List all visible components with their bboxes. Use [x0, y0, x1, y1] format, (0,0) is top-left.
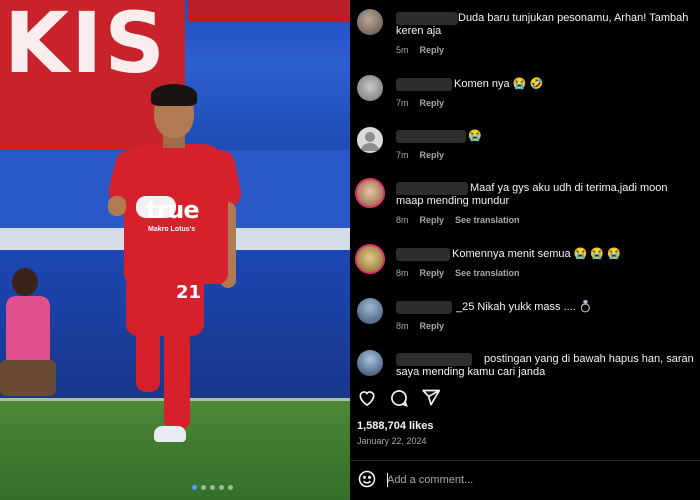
reply-button[interactable]: Reply — [420, 45, 445, 55]
add-comment-input[interactable] — [387, 471, 687, 489]
comment-meta: 8m Reply — [396, 321, 444, 331]
jersey-sponsor: Makro Lotus's — [148, 226, 196, 233]
user-avatar[interactable] — [357, 9, 383, 35]
comment-text: Duda baru tunjukan pesonamu, Arhan! Tamb… — [396, 12, 689, 37]
carousel-dot[interactable] — [210, 485, 215, 490]
football-player: true Makro Lotus's 21 — [0, 0, 350, 500]
comment-text: _25 Nikah yukk mass .... 💍 — [456, 301, 593, 313]
comment-meta: 5m Reply — [396, 45, 444, 55]
send-icon[interactable] — [421, 388, 441, 408]
comment-meta: 7m Reply — [396, 98, 444, 108]
comment-text: Komen nya 😭 🤣 — [454, 78, 544, 90]
user-avatar-story[interactable] — [355, 244, 385, 274]
comment-time: 7m — [396, 150, 409, 160]
likes-count[interactable]: 1,588,704 likes — [357, 420, 433, 432]
comment-text: postingan yang di bawah hapus han, saran… — [396, 353, 694, 378]
reply-button[interactable]: Reply — [420, 150, 445, 160]
see-translation-link[interactable]: See translation — [455, 215, 520, 225]
carousel-dot[interactable] — [201, 485, 206, 490]
comment-time: 5m — [396, 45, 409, 55]
post-photo[interactable]: KIS true Makro Lotus's 21 — [0, 0, 350, 500]
football-boot — [154, 426, 186, 442]
user-avatar[interactable] — [357, 350, 383, 376]
see-translation-link[interactable]: See translation — [455, 268, 520, 278]
comment-icon[interactable] — [389, 388, 409, 408]
add-comment-row — [357, 469, 700, 491]
carousel-dot[interactable] — [192, 485, 197, 490]
comment-meta: 7m Reply — [396, 150, 444, 160]
reply-button[interactable]: Reply — [420, 321, 445, 331]
comment-text: Komennya menit semua 😭 😭 😭 — [452, 248, 621, 260]
post-date: January 22, 2024 — [357, 436, 427, 446]
user-avatar[interactable] — [357, 298, 383, 324]
comment-time: 8m — [396, 321, 409, 331]
emoji-icon[interactable] — [357, 469, 377, 494]
jersey-brand: true — [146, 196, 200, 224]
user-avatar-story[interactable] — [355, 178, 385, 208]
comment-text: 😭 — [468, 130, 482, 142]
comment-time: 8m — [396, 215, 409, 225]
comment-time: 8m — [396, 268, 409, 278]
carousel-dot[interactable] — [219, 485, 224, 490]
default-avatar-icon[interactable] — [357, 127, 383, 153]
heart-icon[interactable] — [357, 388, 377, 408]
post-actions — [357, 388, 441, 408]
comment-meta: 8m Reply See translation — [396, 215, 520, 225]
reply-button[interactable]: Reply — [420, 268, 445, 278]
user-avatar[interactable] — [357, 75, 383, 101]
jersey-number: 21 — [176, 282, 202, 303]
comment-text: Maaf ya gys aku udh di terima,jadi moon … — [396, 182, 668, 207]
carousel-dot[interactable] — [228, 485, 233, 490]
comments-panel: Duda baru tunjukan pesonamu, Arhan! Tamb… — [350, 0, 700, 500]
comment-meta: 8m Reply See translation — [396, 268, 520, 278]
reply-button[interactable]: Reply — [420, 215, 445, 225]
text-caret — [387, 473, 388, 487]
carousel-indicator — [192, 485, 233, 490]
reply-button[interactable]: Reply — [420, 98, 445, 108]
divider — [350, 460, 700, 461]
comment-time: 7m — [396, 98, 409, 108]
